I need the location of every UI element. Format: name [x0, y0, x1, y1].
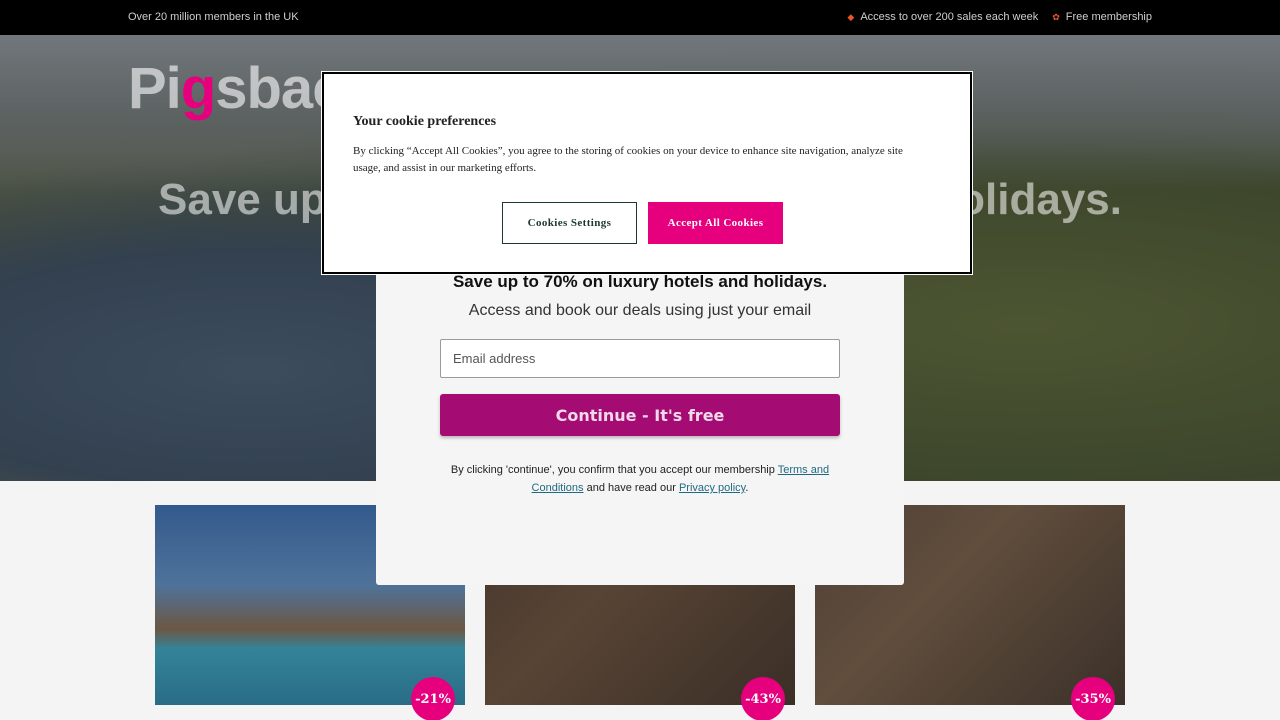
logo-text-start: Pi [128, 56, 182, 121]
discount-badge: -43% [741, 677, 785, 720]
hero-title-right: olidays. [958, 175, 1122, 224]
signup-subtitle: Access and book our deals using just you… [468, 302, 812, 319]
signup-title: Save up to 70% on luxury hotels and holi… [452, 272, 828, 291]
discount-badge: -21% [411, 677, 455, 720]
legal-text-part-1: By clicking 'continue', you confirm that… [450, 464, 778, 476]
membership-benefit-text: Free membership [1065, 11, 1152, 23]
accept-all-cookies-button[interactable]: Accept All Cookies [648, 202, 783, 244]
site-logo[interactable]: Pigsbac [128, 55, 344, 122]
email-input[interactable] [440, 339, 840, 378]
members-count-text: Over 20 million members in the UK [128, 11, 299, 23]
discount-badge: -35% [1071, 677, 1115, 720]
legal-text-part-3: . [745, 482, 749, 494]
top-bar: Over 20 million members in the UK ◆ Acce… [0, 0, 1280, 35]
sales-benefit: ◆ Access to over 200 sales each week [847, 11, 1038, 23]
legal-text-part-2: and have read our [583, 482, 679, 494]
cookies-settings-button[interactable]: Cookies Settings [502, 202, 637, 244]
signup-panel: Save up to 70% on luxury hotels and holi… [376, 240, 904, 585]
continue-button[interactable]: Continue - It's free [440, 394, 840, 436]
top-bar-benefits: ◆ Access to over 200 sales each week ✿ F… [847, 11, 1152, 23]
logo-text-g: g [180, 56, 216, 121]
privacy-policy-link[interactable]: Privacy policy [679, 482, 745, 494]
tag-icon: ◆ [847, 11, 855, 22]
sales-benefit-text: Access to over 200 sales each week [860, 11, 1039, 23]
gift-icon: ✿ [1052, 11, 1060, 22]
hero-title-left: Save up [158, 175, 327, 224]
cookie-dialog-text: By clicking “Accept All Cookies”, you ag… [353, 145, 903, 174]
legal-text: By clicking 'continue', you confirm that… [440, 461, 840, 497]
membership-benefit: ✿ Free membership [1052, 11, 1152, 23]
cookie-dialog-title: Your cookie preferences [353, 114, 497, 129]
cookie-dialog: Your cookie preferences By clicking “Acc… [321, 71, 973, 275]
